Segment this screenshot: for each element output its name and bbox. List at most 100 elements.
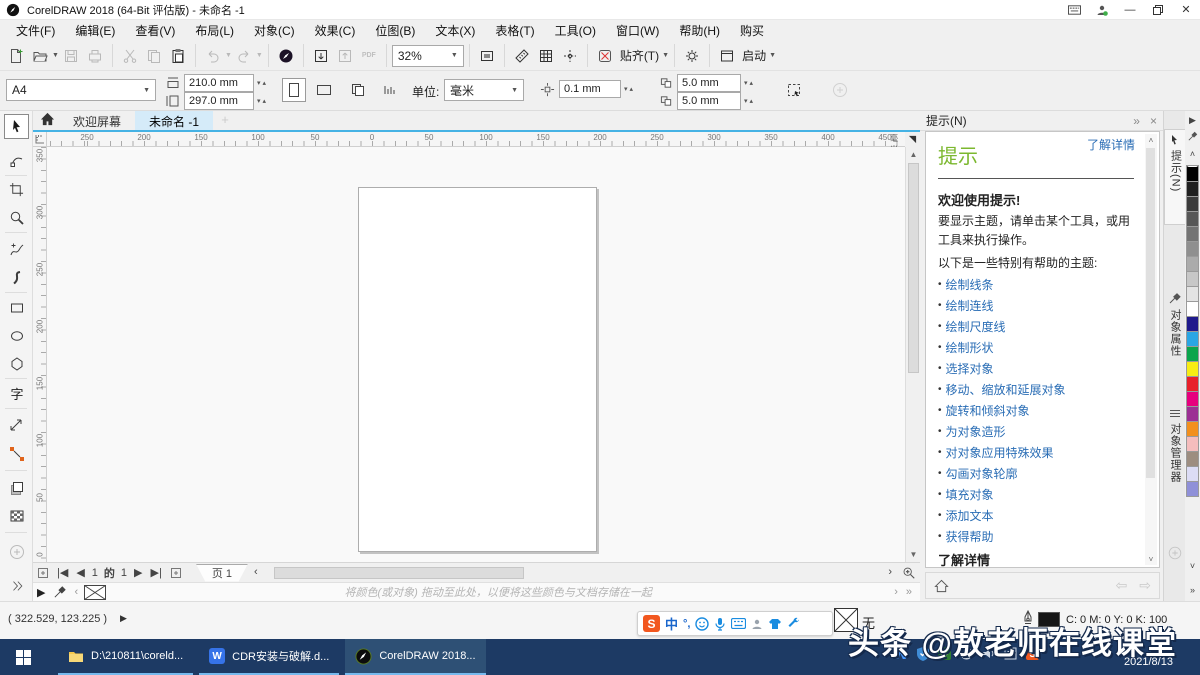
zoom-level-combo[interactable]: 32%▼ [392,45,464,67]
rectangle-tool[interactable] [4,295,29,320]
menu-item[interactable]: 工具(O) [545,20,606,41]
scroll-left-icon[interactable]: ‹ [250,566,262,578]
tips-topic-row[interactable]: • 添加文本 [938,505,1138,526]
palette-color-swatch[interactable] [1186,377,1199,392]
options-gear-button[interactable] [680,44,704,68]
palette-color-swatch[interactable] [1186,467,1199,482]
scroll-up-icon[interactable]: ˄ [1145,134,1157,146]
palette-color-swatch[interactable] [1186,242,1199,257]
new-tab-plus-icon[interactable]: + [213,107,237,131]
snap-to-label[interactable]: 贴齐(T) [620,47,659,64]
scroll-right-icon[interactable]: › [884,566,896,578]
import-button[interactable] [309,44,333,68]
application-launcher-icon[interactable] [715,44,739,68]
ellipse-tool[interactable] [4,323,29,348]
show-rulers-button[interactable] [510,44,534,68]
palette-color-swatch[interactable] [1186,362,1199,377]
print-button[interactable] [83,44,107,68]
tips-topic-row[interactable]: • 绘制形状 [938,337,1138,358]
next-page-icon[interactable]: ▶ [130,566,146,579]
ruler-origin-icon[interactable] [33,132,47,147]
taskbar-item-wps[interactable]: W CDR安装与破解.d... [199,639,339,675]
ime-mic-icon[interactable] [714,617,726,631]
shape-tool[interactable] [4,148,29,173]
menu-item[interactable]: 布局(L) [185,20,244,41]
tips-topic-row[interactable]: • 填充对象 [938,484,1138,505]
ruler-options-icon[interactable] [905,132,920,147]
page-width-value[interactable]: 210.0 mm [184,74,254,92]
palette-eyedropper-icon[interactable] [1185,129,1200,143]
scroll-down-icon[interactable]: ▼ [906,547,921,562]
spinner-icons[interactable]: ▾▴ [624,85,633,93]
scrollbar-thumb[interactable] [908,163,919,373]
flyout-icon[interactable]: ▶ [33,586,49,599]
transparency-tool[interactable] [4,503,29,528]
menu-item[interactable]: 编辑(E) [65,20,125,41]
redo-button[interactable] [232,44,256,68]
menu-item[interactable]: 查看(V) [125,20,185,41]
tips-topic-row[interactable]: • 勾画对象轮廓 [938,463,1138,484]
palette-color-swatch[interactable] [1186,317,1199,332]
docker-add-icon[interactable] [1164,541,1186,561]
spinner-icons[interactable]: ▾▴ [744,79,753,87]
horizontal-scrollbar[interactable]: ‹ › [250,566,896,580]
fullscreen-preview-button[interactable] [475,44,499,68]
save-button[interactable] [59,44,83,68]
tips-topic-row[interactable]: • 获得帮助 [938,526,1138,547]
current-page-size-button[interactable] [378,78,402,102]
interactive-fill-tool[interactable] [4,539,29,564]
palette-color-swatch[interactable] [1186,212,1199,227]
palette-color-swatch[interactable] [1186,272,1199,287]
palette-color-swatch[interactable] [1186,392,1199,407]
palette-color-swatch[interactable] [1186,287,1199,302]
menu-item[interactable]: 效果(C) [305,20,366,41]
zoom-tool[interactable] [4,205,29,230]
add-page-start-icon[interactable] [33,567,53,579]
palette-color-swatch[interactable] [1186,302,1199,317]
units-combo[interactable]: 毫米▼ [444,79,524,101]
palette-color-swatch[interactable] [1186,452,1199,467]
page-size-preset-combo[interactable]: A4▼ [6,79,156,101]
tips-topic-row[interactable]: • 绘制连线 [938,295,1138,316]
palette-color-swatch[interactable] [1186,407,1199,422]
tips-topic-row[interactable]: • 对对象应用特殊效果 [938,442,1138,463]
duplicate-y-field[interactable]: 5.0 mm ▾▴ [660,92,753,110]
duplicate-x-value[interactable]: 5.0 mm [677,74,741,92]
undo-dropdown-icon[interactable]: ▼ [225,52,232,59]
palette-color-swatch[interactable] [1186,422,1199,437]
close-button[interactable]: ✕ [1172,1,1200,19]
toolbox-expand-icon[interactable] [4,573,29,598]
snap-off-button[interactable] [593,44,617,68]
taskbar-item-explorer[interactable]: D:\210811\coreld... [58,639,193,675]
paste-button[interactable] [166,44,190,68]
tips-topic-row[interactable]: • 绘制线条 [938,274,1138,295]
cut-button[interactable] [118,44,142,68]
palette-color-swatch[interactable] [1186,437,1199,452]
duplicate-x-field[interactable]: 5.0 mm ▾▴ [660,74,753,92]
ime-skin-icon[interactable] [768,618,782,630]
new-document-button[interactable] [4,44,28,68]
show-grid-button[interactable] [534,44,558,68]
freehand-tool[interactable] [4,237,29,262]
page-width-field[interactable]: 210.0 mm ▾▴ [166,74,266,92]
palette-scroll-down-icon[interactable]: ˅ [1185,559,1200,573]
search-content-button[interactable] [274,44,298,68]
polygon-tool[interactable] [4,351,29,376]
docker-collapse-icon[interactable]: » [1133,114,1140,128]
spinner-icons[interactable]: ▾▴ [257,79,266,87]
forward-arrow-icon[interactable]: ⇨ [1139,577,1151,594]
ime-emoji-icon[interactable] [695,617,709,631]
docker-tab-tips[interactable]: 提示(N) [1164,129,1186,225]
tips-topic-row[interactable]: • 绘制尺度线 [938,316,1138,337]
scrollbar-thumb[interactable] [274,567,524,579]
minimize-button[interactable]: — [1116,1,1144,19]
palette-scroll-up-icon[interactable]: ˄ [1185,147,1200,161]
taskbar-date[interactable]: 2021/8/13 [1124,656,1173,668]
docker-scrollbar[interactable]: ˄ ˅ [1145,134,1157,565]
launch-dropdown-icon[interactable]: ▼ [769,52,776,59]
previous-page-icon[interactable]: ◀ [72,566,88,579]
tips-home-icon[interactable] [934,579,949,593]
pick-tool[interactable] [4,114,29,139]
menu-item[interactable]: 文本(X) [425,20,485,41]
scrollbar-thumb[interactable] [1146,148,1155,478]
